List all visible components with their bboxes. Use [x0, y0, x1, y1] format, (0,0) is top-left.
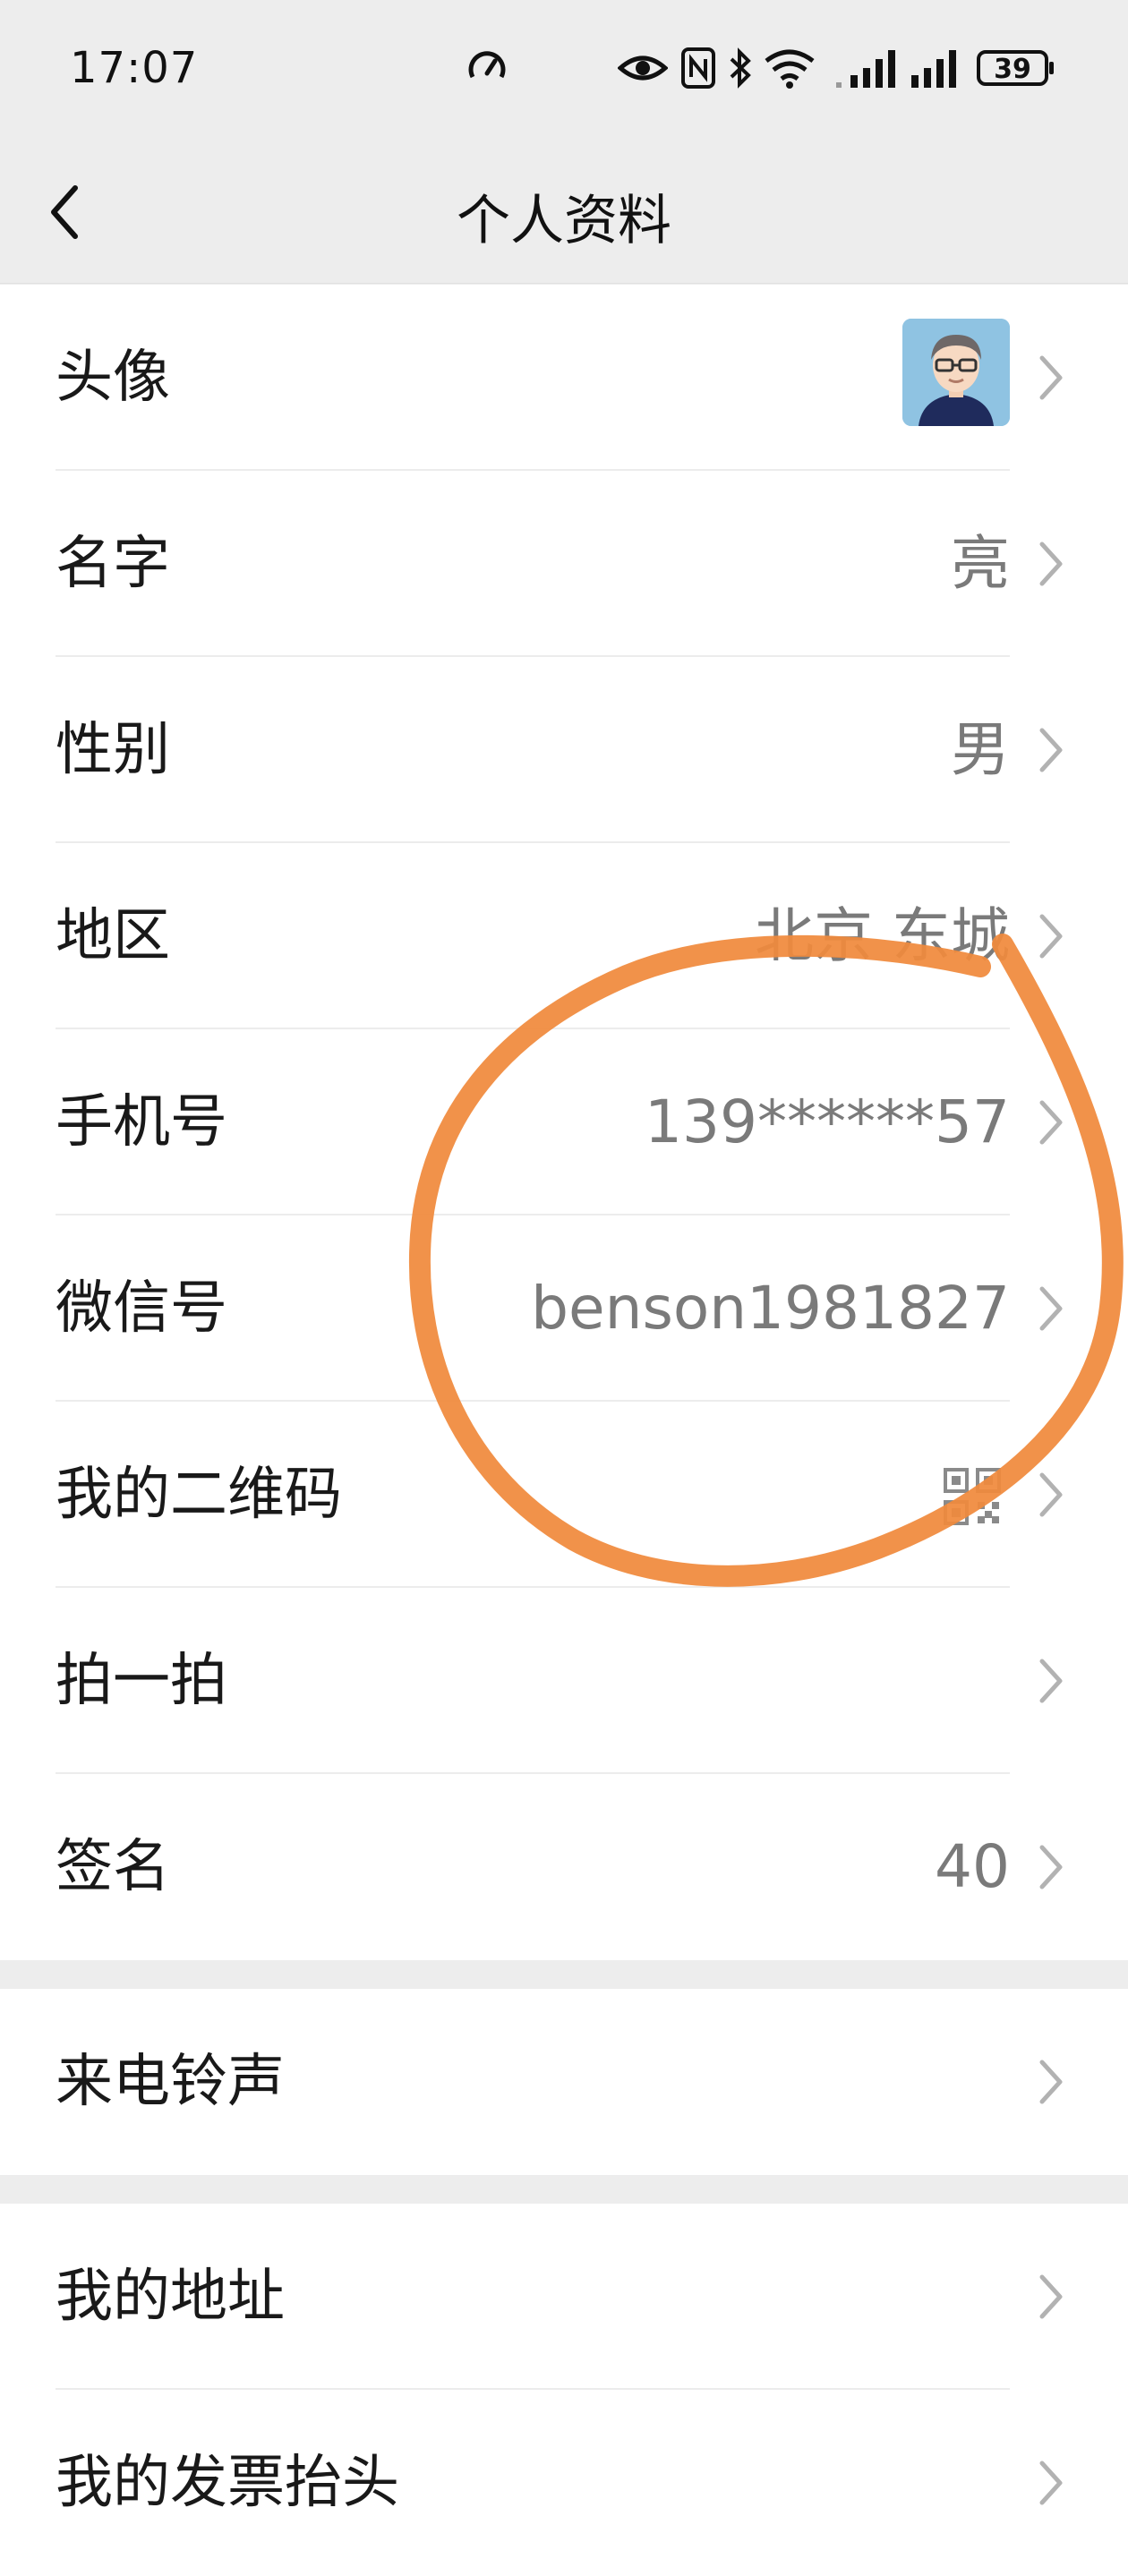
qr-code-icon	[944, 1468, 1001, 1525]
status-icons: 39	[466, 47, 1056, 97]
row-gender[interactable]: 性别 男	[0, 657, 1128, 843]
speedometer-icon	[468, 51, 506, 79]
row-region-label: 地区	[56, 903, 170, 969]
wifi-icon	[765, 49, 815, 89]
avatar[interactable]	[902, 319, 1010, 426]
row-signature[interactable]: 签名 40	[0, 1774, 1128, 1960]
row-avatar[interactable]: 头像	[0, 285, 1128, 471]
row-wechat-id-label: 微信号	[56, 1275, 227, 1342]
signal-icon	[836, 50, 895, 88]
battery-level: 39	[994, 54, 1031, 85]
row-ringtone-label: 来电铃声	[56, 2049, 285, 2115]
chevron-right-icon	[1039, 914, 1063, 959]
row-phone-value: 139******57	[645, 1088, 1010, 1156]
nav-bar: 个人资料	[0, 140, 1128, 284]
chevron-right-icon	[1039, 1472, 1063, 1517]
row-invoice-title[interactable]: 我的发票抬头	[0, 2390, 1128, 2576]
row-signature-label: 签名	[56, 1834, 170, 1900]
row-name-label: 名字	[56, 531, 170, 597]
chevron-right-icon	[1039, 1845, 1063, 1889]
profile-group: 头像 名字 亮 性别 男 地区 北京 东城 手机号 139******57 微信…	[0, 285, 1128, 1960]
signal-icon	[911, 50, 956, 88]
chevron-right-icon	[1039, 2060, 1063, 2104]
avatar-image	[902, 319, 1010, 426]
row-wechat-id[interactable]: 微信号 benson1981827	[0, 1215, 1128, 1402]
page-title: 个人资料	[457, 190, 671, 252]
chevron-right-icon	[1039, 1286, 1063, 1331]
row-wechat-id-value: benson1981827	[531, 1274, 1010, 1343]
chevron-right-icon	[1039, 355, 1063, 400]
row-region-value: 北京 东城	[755, 901, 1010, 970]
row-qr-code-label: 我的二维码	[56, 1462, 342, 1528]
row-pat-label: 拍一拍	[56, 1648, 227, 1714]
row-phone[interactable]: 手机号 139******57	[0, 1029, 1128, 1215]
status-bar: 17:07 39	[0, 0, 1128, 140]
row-qr-code[interactable]: 我的二维码	[0, 1402, 1128, 1588]
ringtone-group: 来电铃声	[0, 1989, 1128, 2175]
nfc-icon	[681, 47, 715, 89]
address-group: 我的地址 我的发票抬头	[0, 2204, 1128, 2576]
status-time: 17:07	[70, 43, 199, 93]
chevron-right-icon	[1039, 728, 1063, 772]
chevron-right-icon	[1039, 542, 1063, 586]
row-region[interactable]: 地区 北京 东城	[0, 843, 1128, 1029]
row-gender-label: 性别	[56, 717, 170, 783]
row-avatar-label: 头像	[56, 345, 170, 411]
chevron-right-icon	[1039, 2461, 1063, 2505]
row-signature-value: 40	[935, 1832, 1010, 1901]
row-ringtone[interactable]: 来电铃声	[0, 1989, 1128, 2175]
row-name[interactable]: 名字 亮	[0, 471, 1128, 657]
battery-icon: 39	[977, 50, 1054, 86]
row-gender-value: 男	[951, 715, 1010, 784]
row-invoice-title-label: 我的发票抬头	[56, 2450, 399, 2516]
row-my-address[interactable]: 我的地址	[0, 2204, 1128, 2390]
eye-icon	[618, 55, 668, 81]
bluetooth-icon	[730, 47, 751, 89]
chevron-right-icon	[1039, 2274, 1063, 2319]
row-name-value: 亮	[951, 529, 1010, 598]
row-phone-label: 手机号	[56, 1089, 227, 1156]
row-pat[interactable]: 拍一拍	[0, 1588, 1128, 1774]
chevron-right-icon	[1039, 1659, 1063, 1703]
chevron-right-icon	[1039, 1100, 1063, 1145]
row-my-address-label: 我的地址	[56, 2264, 285, 2330]
